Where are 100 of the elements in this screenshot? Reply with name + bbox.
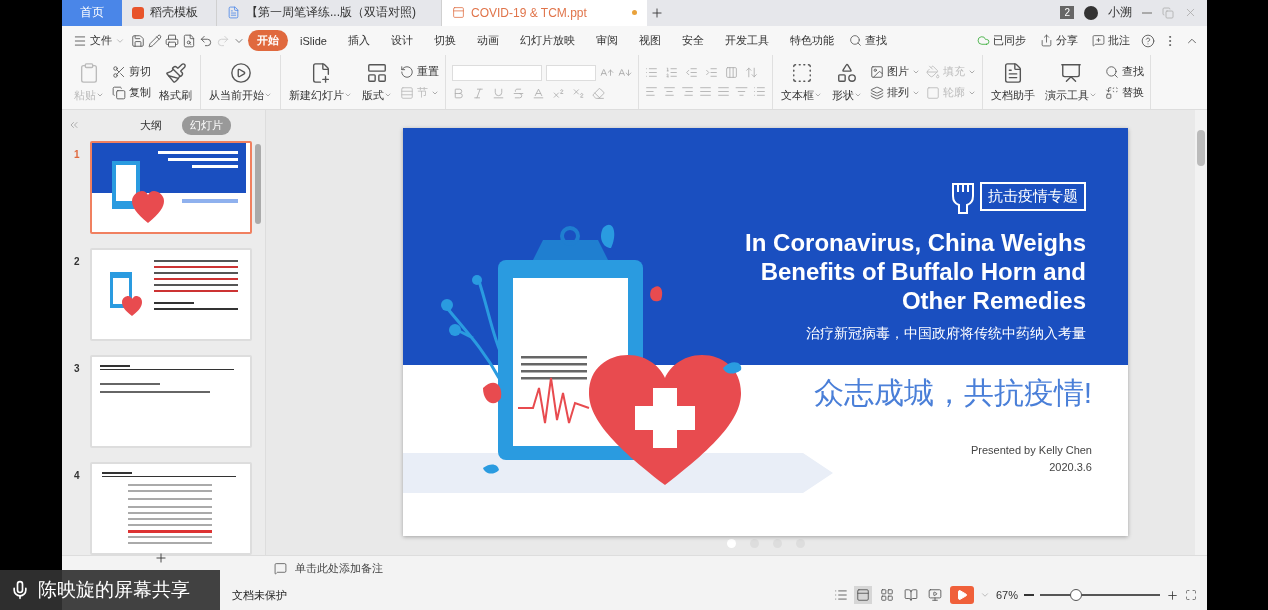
- toolbar-action[interactable]: 批注: [1089, 33, 1133, 48]
- search-button[interactable]: 查找: [845, 33, 890, 48]
- document-icon: [1002, 61, 1024, 84]
- ribbon-tab[interactable]: 切换: [424, 30, 465, 51]
- ribbon-button[interactable]: 排列: [870, 85, 920, 100]
- add-slide-button[interactable]: [154, 550, 168, 565]
- presenter-text: Presented by Kelly Chen: [970, 443, 1092, 456]
- page-dot[interactable]: [772, 538, 782, 548]
- distribute-icon: [717, 85, 730, 98]
- ribbon-tab[interactable]: 设计: [381, 30, 422, 51]
- fill-icon: [926, 64, 940, 79]
- slide-number: 4: [74, 468, 81, 481]
- toolbar-action[interactable]: 分享: [1037, 33, 1081, 48]
- indent-icon: [705, 66, 718, 79]
- ribbon-tab[interactable]: 视图: [629, 30, 670, 51]
- notes-field[interactable]: 单击此处添加备注: [293, 561, 497, 575]
- line-spacing-icon: [745, 66, 758, 79]
- search-icon: [1105, 64, 1119, 79]
- scrollbar-thumb[interactable]: [255, 143, 261, 224]
- ribbon-tab[interactable]: 幻灯片放映: [510, 30, 584, 51]
- font-name-field[interactable]: [452, 64, 542, 81]
- ribbon-tab[interactable]: 特色功能: [780, 30, 843, 51]
- scissors-icon: [112, 64, 126, 79]
- copy-icon: [112, 85, 126, 100]
- zoom-in-icon: [1166, 588, 1179, 602]
- caret-icon: [384, 91, 392, 99]
- page-dot[interactable]: [749, 538, 759, 548]
- ribbon-button[interactable]: 重置: [400, 64, 439, 79]
- align-right-icon: [681, 85, 694, 98]
- caret-icon: [96, 91, 104, 99]
- ribbon-button[interactable]: 从当前开始: [207, 61, 274, 103]
- slideshow-button[interactable]: [949, 586, 974, 605]
- slide-slogan: 众志成城，共抗疫情!: [813, 374, 1092, 411]
- topic-label: 抗击疫情专题: [980, 182, 1086, 212]
- page-dot[interactable]: [795, 538, 805, 548]
- image-icon: [870, 64, 884, 79]
- play-circle-icon: [229, 61, 252, 84]
- layers-icon: [870, 85, 884, 100]
- microphone-icon: [10, 580, 30, 600]
- text-box-icon: [790, 61, 813, 84]
- slider-thumb[interactable]: [1070, 589, 1082, 602]
- bullet-list-icon: [645, 66, 658, 79]
- slide-number: 3: [74, 361, 81, 374]
- underline-icon: [492, 86, 505, 100]
- list-icon: [753, 85, 766, 98]
- notification-count: 2: [1060, 6, 1074, 20]
- ribbon-button[interactable]: 格式刷: [157, 61, 194, 103]
- italic-icon: [472, 86, 485, 100]
- font-size-field[interactable]: [546, 64, 596, 81]
- ribbon-tab[interactable]: 开发工具: [715, 30, 778, 51]
- date-text: 2020.3.6: [1049, 460, 1092, 473]
- ribbon-button[interactable]: 复制: [112, 85, 151, 100]
- ribbon-button[interactable]: 文本框: [779, 61, 824, 103]
- template-logo-icon: [132, 6, 144, 19]
- redo-icon: [216, 33, 230, 48]
- help-icon: [1141, 33, 1155, 48]
- restore-icon: [1162, 6, 1174, 19]
- save-icon: [131, 33, 145, 48]
- search-icon: [848, 34, 862, 47]
- strikethrough-icon: [512, 86, 525, 100]
- page-dot[interactable]: [726, 538, 736, 548]
- ribbon-tab[interactable]: 安全: [672, 30, 713, 51]
- ribbon-button[interactable]: 形状: [830, 61, 864, 103]
- ribbon-tab[interactable]: 动画: [467, 30, 508, 51]
- presenter-view-icon: [927, 588, 942, 603]
- ribbon-button[interactable]: 新建幻灯片: [287, 61, 354, 103]
- grid-view-icon: [879, 588, 894, 603]
- note-icon: [274, 561, 287, 575]
- slide-number: 1: [74, 147, 81, 160]
- superscript-icon: [552, 86, 565, 100]
- document-tab[interactable]: 首页: [62, 0, 122, 26]
- toolbar-action[interactable]: 已同步: [974, 33, 1029, 48]
- ribbon-button[interactable]: 查找: [1105, 64, 1144, 79]
- spacing-icon: [735, 85, 748, 98]
- scrollbar-thumb[interactable]: [1197, 129, 1205, 166]
- ribbon-tab[interactable]: 插入: [338, 30, 379, 51]
- ribbon-button[interactable]: 演示工具: [1043, 61, 1099, 103]
- ribbon-button[interactable]: 替换: [1105, 85, 1144, 100]
- ribbon-button[interactable]: 文档助手: [989, 61, 1037, 103]
- subscript-icon: [572, 86, 585, 100]
- ribbon-button[interactable]: 版式: [360, 61, 394, 103]
- plus-icon: [154, 550, 168, 565]
- ribbon-tab[interactable]: 审阅: [586, 30, 627, 51]
- slide-number: 2: [74, 254, 81, 267]
- font-color-icon: [532, 86, 545, 100]
- plus-icon: [650, 5, 664, 20]
- view-button[interactable]: [853, 586, 872, 605]
- caret-icon: [854, 91, 862, 99]
- ribbon-button[interactable]: 图片: [870, 64, 920, 79]
- align-left-icon: [645, 85, 658, 98]
- outdent-icon: [685, 66, 698, 79]
- panel-tab[interactable]: 大纲: [132, 115, 170, 135]
- file-menu[interactable]: 文件: [70, 33, 128, 48]
- replace-icon: [1105, 85, 1119, 100]
- document-tab[interactable]: 稻壳模板: [122, 0, 217, 26]
- notes-toggle-icon: [833, 588, 848, 603]
- caret-icon: [344, 91, 352, 99]
- ribbon-tab[interactable]: iSlide: [291, 31, 336, 50]
- preview-icon: [182, 33, 196, 48]
- ribbon-button[interactable]: 剪切: [112, 64, 151, 79]
